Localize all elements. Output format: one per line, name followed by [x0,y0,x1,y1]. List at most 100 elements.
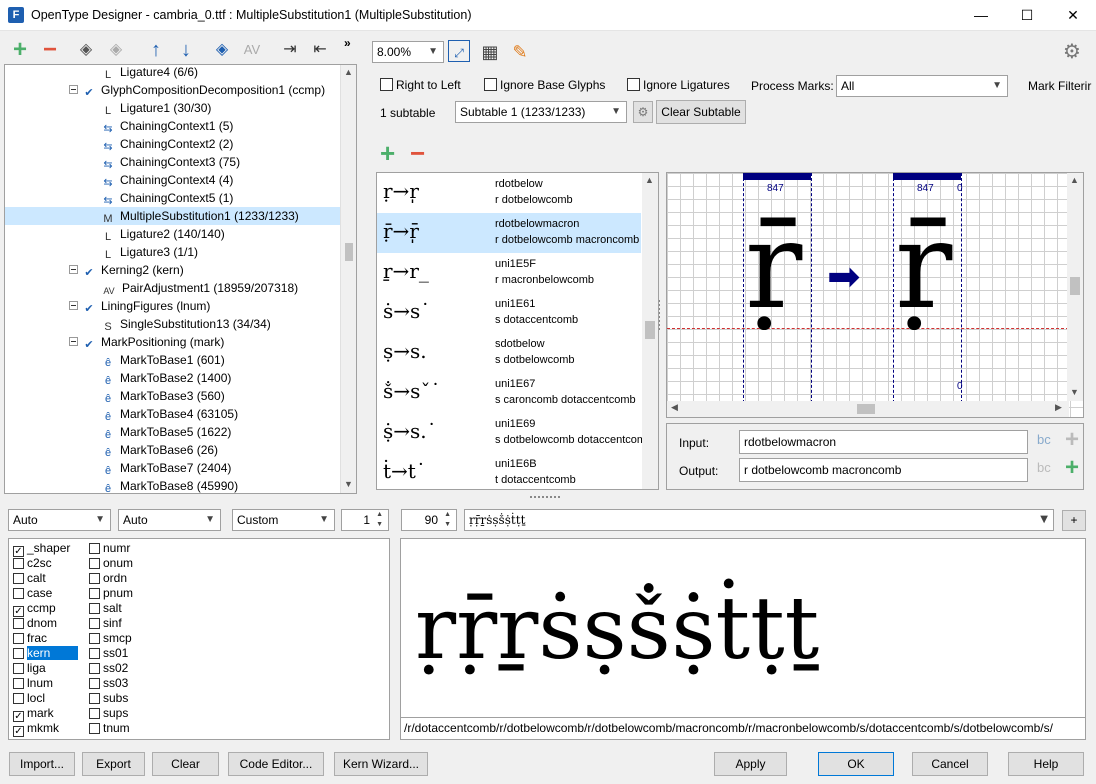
add-icon[interactable]: + [8,38,32,62]
checkbox-box[interactable] [627,78,640,91]
export-table-icon[interactable]: ⇤ [308,38,332,62]
feature-checkbox[interactable] [89,603,100,614]
feature-item[interactable]: ✓ mark [13,706,54,722]
tree-lookup-node[interactable]: ⇆ ChainingContext5 (1) [101,189,233,207]
import-table-icon[interactable]: ⇥ [278,38,302,62]
feature-item[interactable]: case [13,586,52,601]
feature-checkbox[interactable] [89,678,100,689]
feature-checkbox[interactable]: ✓ [13,726,24,737]
feature-checkbox[interactable] [89,588,100,599]
feature-item[interactable]: lnum [13,676,53,691]
feature-checkbox[interactable] [89,618,100,629]
move-up-icon[interactable]: ↑ [144,38,168,62]
tree-lookup-node[interactable]: ⇆ ChainingContext3 (75) [101,153,240,171]
feature-item[interactable]: c2sc [13,556,52,571]
horizontal-splitter[interactable] [530,496,560,500]
list-scrollbar[interactable]: ▲ [642,173,658,489]
tree-lookup-node[interactable]: ⇆ ChainingContext1 (5) [101,117,233,135]
substitution-row[interactable]: ṛ→r̩ rdotbelow r dotbelowcomb [377,173,641,213]
tree-lookup-node[interactable]: ⇆ ChainingContext4 (4) [101,171,233,189]
canvas-vscroll-thumb[interactable] [1070,277,1080,295]
ignore-base-checkbox[interactable]: Ignore Base Glyphs [484,78,605,92]
help-button[interactable]: Help [1008,752,1084,776]
tree-lookup-node[interactable]: ⇆ ChainingContext2 (2) [101,135,233,153]
tree-feature-node[interactable]: ✔ GlyphCompositionDecomposition1 (ccmp) [69,81,325,99]
add-input-icon[interactable]: + [1065,426,1079,454]
feature-item[interactable]: ordn [89,571,127,586]
feature-checkbox[interactable] [13,678,24,689]
move-down-icon[interactable]: ↓ [174,38,198,62]
feature-item[interactable]: calt [13,571,46,586]
tag-edit-icon[interactable]: ◈ [74,38,98,62]
add-substitution-icon[interactable]: + [380,140,395,166]
feature-item[interactable]: salt [89,601,122,616]
feature-checkbox[interactable] [13,573,24,584]
output-field[interactable]: r dotbelowcomb macroncomb [739,458,1028,482]
tree-lookup-node[interactable]: ê MarkToBase2 (1400) [101,369,231,387]
add-output-icon[interactable]: + [1065,454,1079,482]
tree-lookup-node[interactable]: L Ligature1 (30/30) [101,99,211,117]
substitution-row[interactable]: ṩ→s.˙ uni1E69 s dotbelowcomb dotaccentcomb [377,413,652,453]
feature-item[interactable]: numr [89,541,130,556]
feature-checkbox[interactable] [89,573,100,584]
tree-lookup-node[interactable]: ê MarkToBase3 (560) [101,387,225,405]
tree-lookup-node[interactable]: AV PairAdjustment1 (18959/207318) [101,279,298,297]
language-combo[interactable]: Auto ▼ [118,509,221,531]
feature-checkbox[interactable] [89,543,100,554]
feature-item[interactable]: frac [13,631,47,646]
process-marks-combo[interactable]: All ▼ [836,75,1008,97]
feature-item[interactable]: ✓ ccmp [13,601,56,617]
feature-checkbox[interactable] [89,648,100,659]
right-to-left-checkbox[interactable]: Right to Left [380,78,461,92]
collapse-toggle-icon[interactable] [69,265,78,274]
feature-item[interactable]: sinf [89,616,122,631]
feature-checkbox[interactable] [89,633,100,644]
grid-icon[interactable]: ▦ [478,40,502,64]
code-icon[interactable]: bc [1037,460,1051,475]
feature-checkbox[interactable] [89,663,100,674]
feature-checkbox[interactable] [89,708,100,719]
code-editor-button[interactable]: Code Editor... [228,752,324,776]
feature-checkbox[interactable] [89,693,100,704]
import-button[interactable]: Import... [9,752,75,776]
count-spinner[interactable]: 1 ▲ ▼ [341,509,389,531]
toolbar-overflow[interactable]: » [344,36,351,50]
edit-glyph-icon[interactable]: ✎ [508,40,532,64]
glyph-path-field[interactable]: /r/dotaccentcomb/r/dotbelowcomb/r/dotbel… [401,717,1085,739]
apply-button[interactable]: Apply [714,752,787,776]
feature-item[interactable]: ss02 [89,661,128,676]
feature-item[interactable]: kern [13,646,79,661]
tag-plus-icon[interactable]: ◈ [210,38,234,62]
collapse-toggle-icon[interactable] [69,337,78,346]
substitution-row[interactable]: ṧ→sˇ˙ uni1E67 s caroncomb dotaccentcomb [377,373,641,413]
input-field[interactable]: rdotbelowmacron [739,430,1028,454]
tree-lookup-node[interactable]: L Ligature3 (1/1) [101,243,198,261]
checkbox-box[interactable] [380,78,393,91]
remove-substitution-icon[interactable]: − [410,140,425,166]
tree-lookup-node[interactable]: ê MarkToBase1 (601) [101,351,225,369]
subtable-combo[interactable]: Subtable 1 (1233/1233) ▼ [455,101,627,123]
feature-checkbox[interactable] [13,558,24,569]
cancel-button[interactable]: Cancel [912,752,988,776]
script-combo[interactable]: Auto ▼ [8,509,111,531]
feature-item[interactable]: smcp [89,631,132,646]
feature-item[interactable]: ✓ _shaper [13,541,70,557]
substitution-row[interactable]: ṡ→s˙ uni1E61 s dotaccentcomb [377,293,641,333]
export-button[interactable]: Export [82,752,145,776]
tag-check-icon[interactable]: ◈ [104,38,128,62]
feature-item[interactable]: sups [89,706,128,721]
size-spinner[interactable]: 90 ▲ ▼ [401,509,457,531]
substitution-row[interactable]: ṣ→s. sdotbelow s dotbelowcomb [377,333,641,373]
feature-item[interactable]: subs [89,691,128,706]
glyph-canvas[interactable]: 847 847 0 0 ṝ ➡ ṝ ▲ ▼ ◀ ▶ [666,172,1084,418]
fit-icon[interactable]: ⤢ [448,40,470,62]
add-preview-button[interactable]: + [1062,510,1086,531]
tree-lookup-node[interactable]: ê MarkToBase7 (2404) [101,459,231,477]
feature-item[interactable]: liga [13,661,46,676]
close-button[interactable]: ✕ [1050,0,1096,31]
tree-scroll-thumb[interactable] [345,243,353,261]
substitution-row[interactable]: ṝ→r̩̄ rdotbelowmacron r dotbelowcomb macro… [377,213,641,253]
tree-lookup-node[interactable]: ê MarkToBase8 (45990) [101,477,238,493]
collapse-toggle-icon[interactable] [69,85,78,94]
tree-feature-node[interactable]: ✔ LiningFigures (lnum) [69,297,210,315]
